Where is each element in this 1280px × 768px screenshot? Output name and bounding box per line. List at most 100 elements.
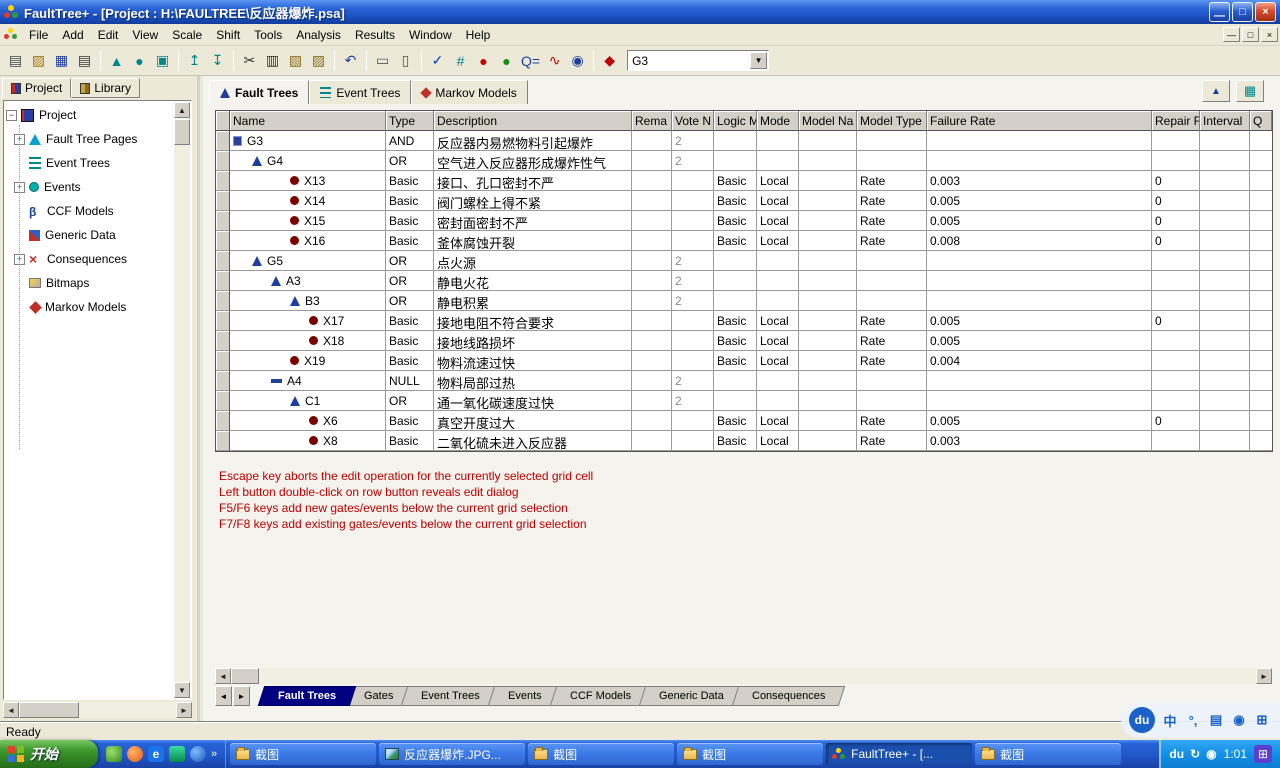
row-selector-button[interactable] [216, 291, 230, 311]
cell-vote[interactable] [672, 171, 714, 191]
name-cell[interactable]: X19 [230, 351, 386, 371]
cell-interval[interactable] [1200, 131, 1250, 151]
row-selector-button[interactable] [216, 191, 230, 211]
cell-q[interactable] [1250, 431, 1272, 451]
cell-model-type[interactable]: Rate [857, 331, 927, 351]
sheet-tabs-scroll-left[interactable]: ◄ [215, 686, 232, 706]
cell-description[interactable]: 物料局部过热 [434, 371, 632, 391]
cell-q[interactable] [1250, 251, 1272, 271]
cell-remarks[interactable] [632, 211, 672, 231]
scroll-left-icon[interactable]: ◄ [3, 702, 19, 718]
tree-item-bitmaps[interactable]: · Bitmaps [6, 271, 173, 295]
cell-q[interactable] [1250, 231, 1272, 251]
cell-repair[interactable]: 0 [1152, 171, 1200, 191]
cell-remarks[interactable] [632, 391, 672, 411]
tree-item-event-trees[interactable]: · Event Trees [6, 151, 173, 175]
cell-mode[interactable]: Local [757, 311, 799, 331]
scroll-right-icon[interactable]: ► [176, 702, 192, 718]
cell-mode[interactable] [757, 291, 799, 311]
cell-model-name[interactable] [799, 271, 857, 291]
cell-q[interactable] [1250, 351, 1272, 371]
cell-interval[interactable] [1200, 251, 1250, 271]
name-cell[interactable]: X8 [230, 431, 386, 451]
column-header-interval[interactable]: Interval [1200, 111, 1250, 131]
tab-event-trees[interactable]: Event Trees [309, 80, 412, 104]
scrollbar-track[interactable] [259, 668, 1256, 684]
cell-q[interactable] [1250, 191, 1272, 211]
cell-interval[interactable] [1200, 291, 1250, 311]
menu-add[interactable]: Add [55, 25, 90, 45]
ime-menu-icon[interactable]: ⊞ [1254, 712, 1270, 728]
sheet-tab-ccf-models[interactable]: CCF Models [549, 686, 652, 706]
cell-interval[interactable] [1200, 211, 1250, 231]
cell-type[interactable]: OR [386, 271, 434, 291]
cell-failure-rate[interactable]: 0.004 [927, 351, 1152, 371]
cell-interval[interactable] [1200, 171, 1250, 191]
cell-failure-rate[interactable]: 0.003 [927, 171, 1152, 191]
cell-type[interactable]: Basic [386, 331, 434, 351]
cell-failure-rate[interactable] [927, 271, 1152, 291]
cell-model-type[interactable] [857, 371, 927, 391]
cell-q[interactable] [1250, 271, 1272, 291]
tab-library[interactable]: Library [71, 78, 141, 98]
q-check-icon[interactable]: Q= [518, 49, 543, 72]
taskbar-button[interactable]: 截图 [230, 743, 377, 765]
traffic-light-red-icon[interactable]: ● [472, 49, 495, 72]
mdi-restore-button[interactable]: □ [1242, 27, 1259, 42]
row-selector-button[interactable] [216, 351, 230, 371]
cell-interval[interactable] [1200, 371, 1250, 391]
cell-failure-rate[interactable]: 0.005 [927, 311, 1152, 331]
cell-vote[interactable] [672, 231, 714, 251]
cell-model-type[interactable] [857, 391, 927, 411]
cell-mode[interactable]: Local [757, 331, 799, 351]
restore-button[interactable]: □ [1232, 2, 1253, 22]
cell-repair[interactable] [1152, 291, 1200, 311]
cell-repair[interactable] [1152, 391, 1200, 411]
row-selector-button[interactable] [216, 411, 230, 431]
cell-q[interactable] [1250, 131, 1272, 151]
cell-mode[interactable] [757, 251, 799, 271]
cell-repair[interactable] [1152, 251, 1200, 271]
tray-ime-du-badge[interactable]: du [1169, 747, 1184, 761]
menu-shift[interactable]: Shift [209, 25, 247, 45]
cell-mode[interactable] [757, 391, 799, 411]
cell-q[interactable] [1250, 171, 1272, 191]
cell-interval[interactable] [1200, 311, 1250, 331]
cell-failure-rate[interactable]: 0.003 [927, 431, 1152, 451]
cell-description[interactable]: 反应器内易燃物料引起爆炸 [434, 131, 632, 151]
cell-model-name[interactable] [799, 191, 857, 211]
cell-type[interactable]: OR [386, 151, 434, 171]
cell-repair[interactable] [1152, 151, 1200, 171]
cell-q[interactable] [1250, 291, 1272, 311]
cell-model-name[interactable] [799, 251, 857, 271]
scrollbar-thumb[interactable] [19, 702, 79, 718]
sheet-tab-generic-data[interactable]: Generic Data [638, 686, 744, 706]
cell-model-type[interactable]: Rate [857, 231, 927, 251]
name-cell[interactable]: A4 [230, 371, 386, 391]
cell-type[interactable]: NULL [386, 371, 434, 391]
name-cell[interactable]: X15 [230, 211, 386, 231]
cell-q[interactable] [1250, 311, 1272, 331]
cell-description[interactable]: 密封面密封不严 [434, 211, 632, 231]
cell-mode[interactable] [757, 271, 799, 291]
cell-repair[interactable] [1152, 351, 1200, 371]
tree-vertical-scrollbar[interactable]: ▲ ▼ [174, 102, 190, 698]
cell-logic[interactable] [714, 251, 757, 271]
cell-description[interactable]: 真空开度过大 [434, 411, 632, 431]
traffic-light-green-icon[interactable]: ● [495, 49, 518, 72]
globe-icon[interactable]: ◉ [566, 49, 589, 72]
cell-model-type[interactable]: Rate [857, 191, 927, 211]
cell-description[interactable]: 点火源 [434, 251, 632, 271]
add-gate-icon[interactable]: ▲ [105, 49, 128, 72]
cell-model-type[interactable] [857, 251, 927, 271]
cell-interval[interactable] [1200, 271, 1250, 291]
name-cell[interactable]: X14 [230, 191, 386, 211]
taskbar-button[interactable]: 反应器爆炸.JPG... [379, 743, 526, 765]
cell-failure-rate[interactable] [927, 291, 1152, 311]
add-page-icon[interactable]: ▣ [151, 49, 174, 72]
cell-type[interactable]: OR [386, 251, 434, 271]
cell-failure-rate[interactable] [927, 371, 1152, 391]
cell-remarks[interactable] [632, 131, 672, 151]
column-header-name[interactable]: Name [230, 111, 386, 131]
print-icon[interactable]: ▤ [73, 49, 96, 72]
